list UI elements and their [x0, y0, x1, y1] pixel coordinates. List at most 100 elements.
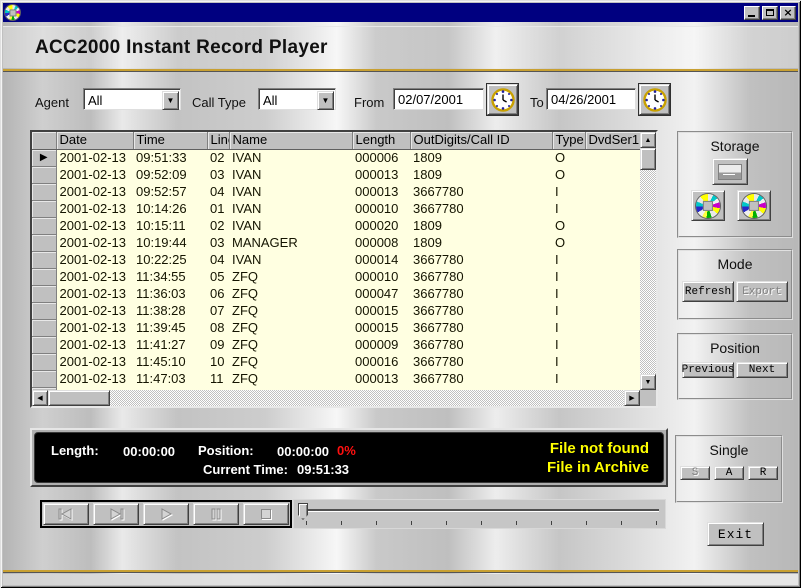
seek-slider-track[interactable] [302, 509, 659, 512]
cell-date[interactable]: 2001-02-13 [56, 200, 133, 217]
scroll-left-icon[interactable]: ◀ [32, 390, 48, 406]
cell-line[interactable]: 02 [207, 217, 229, 234]
cell-time[interactable]: 11:36:03 [133, 285, 207, 302]
cell-time[interactable]: 11:47:03 [133, 370, 207, 387]
cell-outdigits[interactable]: 1809 [410, 217, 552, 234]
cell-line[interactable]: 03 [207, 166, 229, 183]
cell-line[interactable]: 10 [207, 353, 229, 370]
table-row[interactable]: 2001-02-1311:38:2807ZFQ0000153667780I [32, 302, 640, 319]
cell-time[interactable]: 11:38:28 [133, 302, 207, 319]
cell-time[interactable]: 11:41:27 [133, 336, 207, 353]
scroll-up-icon[interactable]: ▲ [640, 132, 656, 148]
cell-time[interactable]: 11:39:45 [133, 319, 207, 336]
cell-type[interactable]: O [552, 149, 585, 166]
cell-length[interactable]: 000020 [352, 217, 410, 234]
cell-dvdser1[interactable] [585, 166, 640, 183]
cell-time[interactable]: 10:19:44 [133, 234, 207, 251]
to-date-field[interactable]: 04/26/2001 [546, 88, 636, 110]
cell-outdigits[interactable]: 3667780 [410, 336, 552, 353]
call-type-combobox[interactable]: All ▼ [258, 88, 336, 110]
row-selector[interactable] [32, 370, 56, 387]
cd-storage-button-2[interactable] [737, 190, 771, 221]
cell-date[interactable]: 2001-02-13 [56, 353, 133, 370]
cell-date[interactable]: 2001-02-13 [56, 166, 133, 183]
cell-type[interactable]: I [552, 251, 585, 268]
cell-type[interactable]: I [552, 353, 585, 370]
table-row[interactable]: 2001-02-1309:52:5704IVAN0000133667780I [32, 183, 640, 200]
single-a-button[interactable]: A [714, 466, 744, 480]
cell-date[interactable]: 2001-02-13 [56, 234, 133, 251]
stop-button[interactable] [243, 503, 289, 525]
cell-name[interactable]: MANAGER [229, 234, 352, 251]
cell-dvdser1[interactable] [585, 149, 640, 166]
cell-type[interactable]: I [552, 268, 585, 285]
cell-line[interactable]: 05 [207, 268, 229, 285]
cell-date[interactable]: 2001-02-13 [56, 268, 133, 285]
cell-line[interactable]: 08 [207, 319, 229, 336]
table-row[interactable]: 2001-02-1311:39:4508ZFQ0000153667780I [32, 319, 640, 336]
cell-line[interactable]: 07 [207, 302, 229, 319]
refresh-button[interactable]: Refresh [682, 281, 734, 302]
seek-slider-thumb[interactable] [298, 503, 308, 520]
column-header-name[interactable]: Name [229, 132, 352, 149]
single-s-button[interactable]: S [680, 466, 710, 480]
cell-length[interactable]: 000010 [352, 268, 410, 285]
skip-to-end-button[interactable] [93, 503, 139, 525]
cell-dvdser1[interactable] [585, 217, 640, 234]
row-selector[interactable] [32, 336, 56, 353]
vertical-scrollbar[interactable]: ▲ ▼ [640, 132, 656, 390]
single-r-button[interactable]: R [748, 466, 778, 480]
cell-length[interactable]: 000010 [352, 200, 410, 217]
cell-date[interactable]: 2001-02-13 [56, 370, 133, 387]
table-row[interactable]: ▶2001-02-1309:51:3302IVAN0000061809O [32, 149, 640, 166]
call-type-dropdown-arrow-icon[interactable]: ▼ [317, 91, 334, 110]
column-header-line[interactable]: Line [207, 132, 229, 149]
cell-name[interactable]: IVAN [229, 183, 352, 200]
scroll-down-icon[interactable]: ▼ [640, 374, 656, 390]
cell-date[interactable]: 2001-02-13 [56, 251, 133, 268]
cell-outdigits[interactable]: 3667780 [410, 183, 552, 200]
cell-date[interactable]: 2001-02-13 [56, 183, 133, 200]
minimize-button[interactable] [744, 6, 760, 20]
cell-name[interactable]: IVAN [229, 166, 352, 183]
cell-dvdser1[interactable] [585, 268, 640, 285]
cell-length[interactable]: 000008 [352, 234, 410, 251]
row-selector[interactable] [32, 166, 56, 183]
vertical-scroll-thumb[interactable] [640, 148, 656, 170]
cell-line[interactable]: 06 [207, 285, 229, 302]
table-row[interactable]: 2001-02-1311:45:1010ZFQ0000163667780I [32, 353, 640, 370]
cell-outdigits[interactable]: 3667780 [410, 251, 552, 268]
table-row[interactable]: 2001-02-1310:15:1102IVAN0000201809O [32, 217, 640, 234]
scroll-right-icon[interactable]: ▶ [624, 390, 640, 406]
cd-storage-button-1[interactable] [691, 190, 725, 221]
to-date-picker-button[interactable] [639, 84, 670, 115]
row-selector[interactable] [32, 183, 56, 200]
cell-dvdser1[interactable] [585, 234, 640, 251]
cell-type[interactable]: I [552, 370, 585, 387]
table-row[interactable]: 2001-02-1311:47:0311ZFQ0000133667780I [32, 370, 640, 387]
cell-date[interactable]: 2001-02-13 [56, 319, 133, 336]
row-selector[interactable] [32, 217, 56, 234]
cell-type[interactable]: I [552, 336, 585, 353]
cell-length[interactable]: 000013 [352, 370, 410, 387]
cell-name[interactable]: IVAN [229, 251, 352, 268]
column-header-dvdser1[interactable]: DvdSer1 [585, 132, 640, 149]
cell-type[interactable]: O [552, 234, 585, 251]
cell-line[interactable]: 11 [207, 370, 229, 387]
cell-line[interactable]: 09 [207, 336, 229, 353]
cell-outdigits[interactable]: 3667780 [410, 285, 552, 302]
column-header-outdigits-call-id[interactable]: OutDigits/Call ID [410, 132, 552, 149]
cell-outdigits[interactable]: 3667780 [410, 319, 552, 336]
cell-dvdser1[interactable] [585, 251, 640, 268]
cell-dvdser1[interactable] [585, 285, 640, 302]
cell-name[interactable]: IVAN [229, 217, 352, 234]
pause-button[interactable] [193, 503, 239, 525]
cell-outdigits[interactable]: 3667780 [410, 268, 552, 285]
cell-time[interactable]: 11:45:10 [133, 353, 207, 370]
cell-dvdser1[interactable] [585, 183, 640, 200]
cell-name[interactable]: ZFQ [229, 319, 352, 336]
cell-dvdser1[interactable] [585, 302, 640, 319]
cell-date[interactable]: 2001-02-13 [56, 149, 133, 166]
cell-length[interactable]: 000015 [352, 319, 410, 336]
cell-date[interactable]: 2001-02-13 [56, 302, 133, 319]
